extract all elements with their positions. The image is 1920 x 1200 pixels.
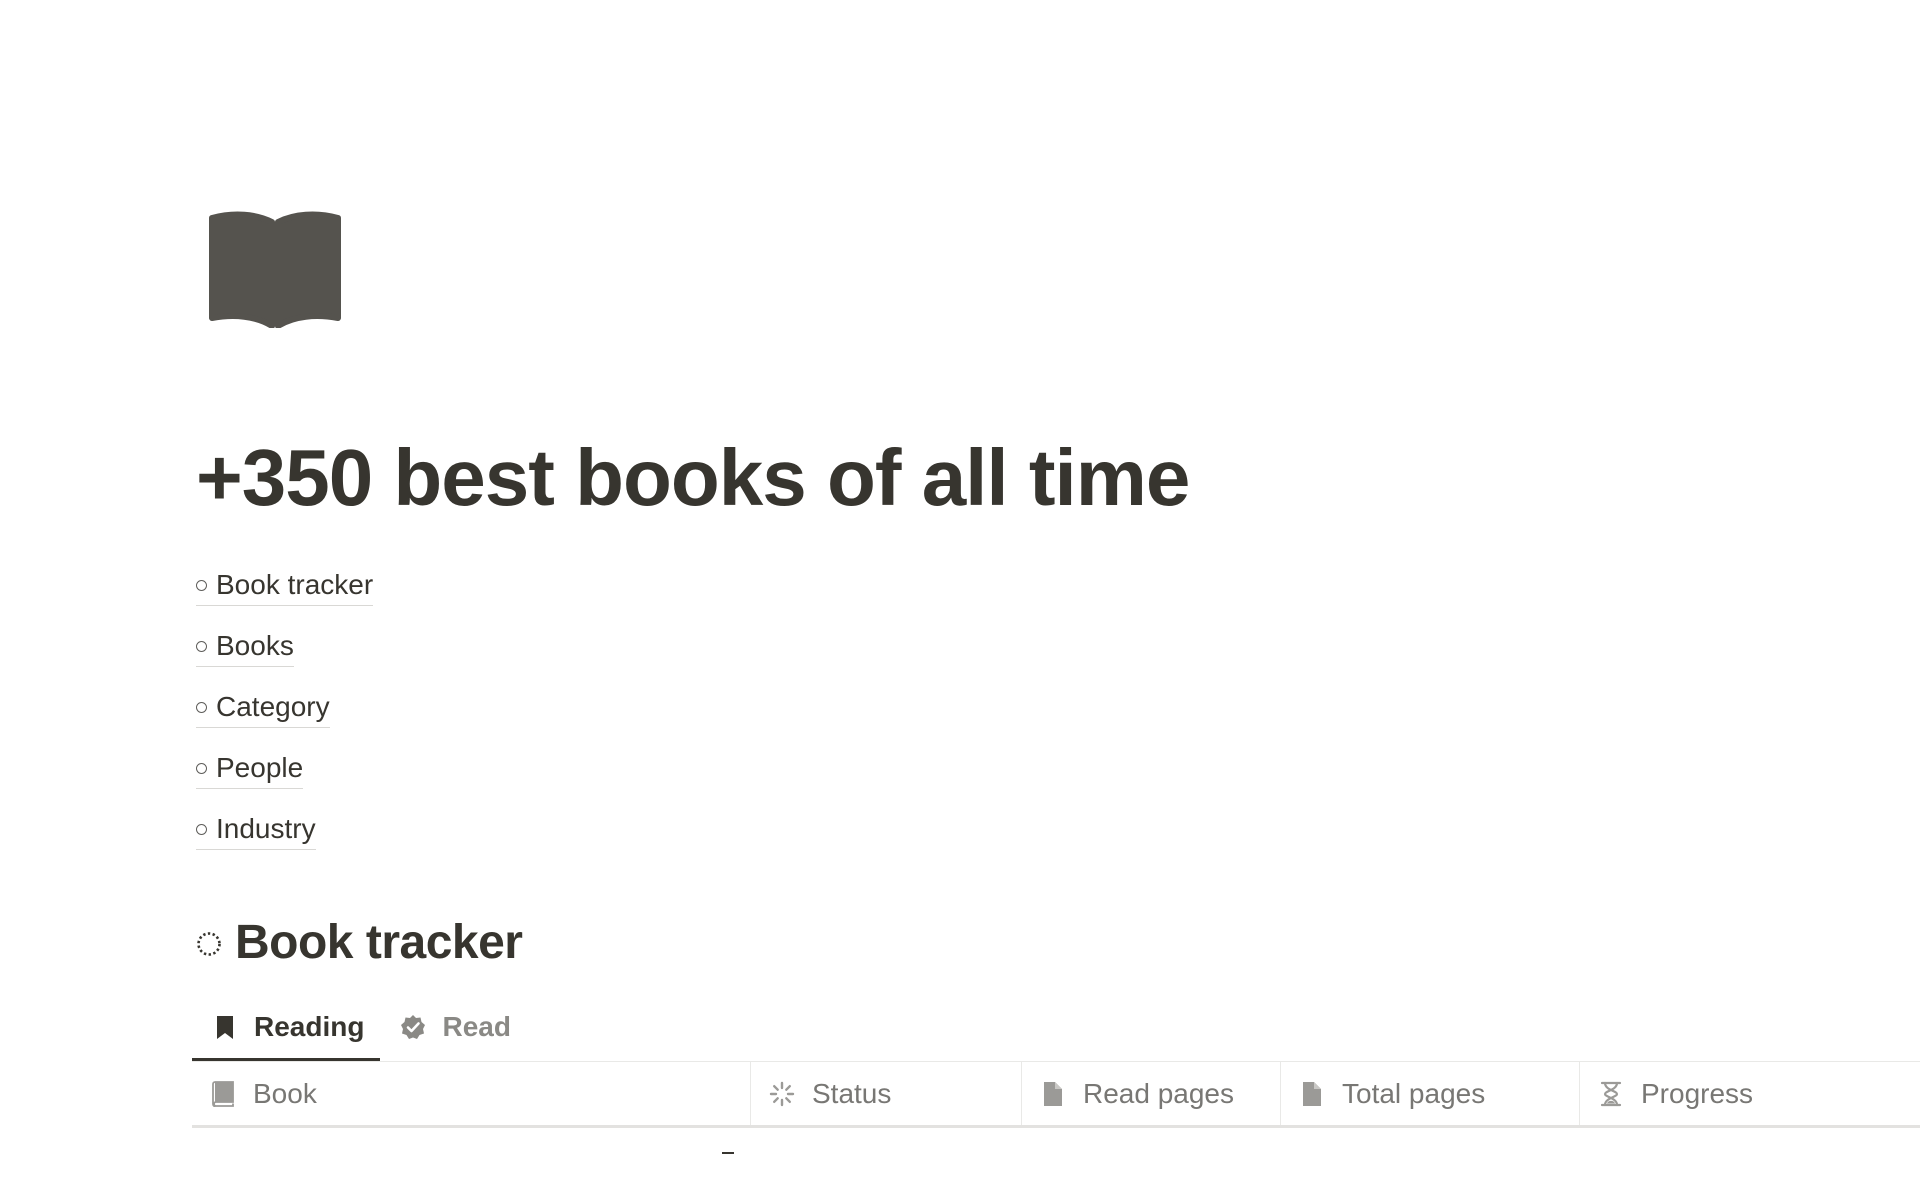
hourglass-icon [1598, 1081, 1624, 1107]
circle-icon [196, 762, 207, 774]
column-label: Progress [1641, 1077, 1754, 1109]
loading-spinner-icon [769, 1081, 795, 1107]
column-header-status[interactable]: Status [751, 1062, 1022, 1125]
text-cursor [722, 1152, 734, 1154]
circle-icon [196, 640, 207, 652]
tab-label: Read [442, 1010, 511, 1042]
verified-badge-icon [400, 1014, 426, 1040]
toc-link[interactable]: Books [196, 628, 294, 667]
toc-link[interactable]: Industry [196, 811, 316, 850]
toc-item-industry: Industry [196, 800, 796, 861]
toc-item-books: Books [196, 617, 796, 678]
section-title[interactable]: Book tracker [235, 915, 523, 970]
column-label: Book [253, 1077, 317, 1109]
column-label: Status [812, 1077, 892, 1109]
bookmark-icon [212, 1014, 238, 1040]
toc-label: Book tracker [216, 569, 374, 600]
notion-page: +350 best books of all time Book tracker… [0, 0, 1920, 1200]
tab-label: Reading [254, 1010, 365, 1042]
column-label: Total pages [1342, 1077, 1486, 1109]
toc-label: Industry [216, 813, 316, 844]
toc-label: Books [216, 630, 294, 661]
column-header-total-pages[interactable]: Total pages [1281, 1062, 1580, 1125]
dashed-circle-icon [196, 931, 222, 957]
tab-read[interactable]: Read [380, 995, 526, 1058]
column-header-progress[interactable]: Progress [1580, 1062, 1920, 1125]
toc-item-category: Category [196, 678, 796, 739]
toc-link[interactable]: People [196, 750, 304, 789]
toc-link[interactable]: Category [196, 689, 330, 728]
toc-item-people: People [196, 739, 796, 800]
open-book-icon[interactable] [208, 210, 342, 328]
view-tabs: Reading Read [192, 995, 527, 1061]
circle-icon [196, 701, 207, 713]
table-header: Book Status Read pages Total pages Progr… [192, 1062, 1920, 1128]
tab-reading[interactable]: Reading [192, 995, 381, 1061]
column-header-book[interactable]: Book [192, 1062, 751, 1125]
toc-link[interactable]: Book tracker [196, 567, 374, 606]
book-icon [210, 1080, 236, 1107]
toc-item-book-tracker: Book tracker [196, 556, 796, 617]
toc-label: Category [216, 691, 330, 722]
toc-label: People [216, 752, 304, 783]
column-label: Read pages [1083, 1077, 1235, 1109]
column-header-read-pages[interactable]: Read pages [1022, 1062, 1281, 1125]
circle-icon [196, 579, 207, 591]
circle-icon [196, 823, 207, 835]
page-icon [1040, 1081, 1066, 1107]
page-icon [1299, 1081, 1325, 1107]
page-title[interactable]: +350 best books of all time [196, 428, 1190, 528]
section-heading-book-tracker: Book tracker [196, 912, 523, 972]
table-of-contents: Book tracker Books Category People Indus… [196, 556, 796, 861]
